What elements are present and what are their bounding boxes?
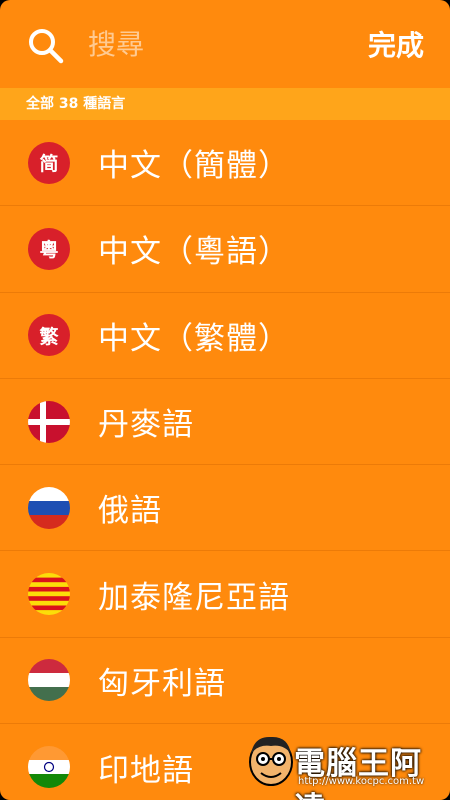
search-header: 完成 (0, 0, 450, 88)
mascot-face-icon (249, 736, 293, 786)
list-item[interactable]: 简 中文（簡體） (0, 120, 450, 207)
language-label: 中文（簡體） (98, 148, 290, 185)
language-label: 中文（粵語） (98, 234, 290, 271)
language-label: 中文（繁體） (98, 320, 290, 357)
language-picker-screen: 完成 全部 38 種語言 简 中文（簡體） 粵 中文（粵語） 繁 中文（繁體） (0, 0, 450, 800)
list-item[interactable]: 匈牙利語 (0, 638, 450, 725)
language-label: 丹麥語 (98, 407, 194, 444)
language-label: 加泰隆尼亞語 (98, 579, 290, 616)
section-header: 全部 38 種語言 (0, 88, 450, 120)
language-label: 匈牙利語 (98, 665, 226, 702)
denmark-flag-icon (28, 400, 70, 443)
watermark: 電腦王阿達 http://www.kocpc.com.tw (246, 732, 446, 800)
traditional-chinese-icon: 繁 (28, 314, 70, 357)
search-input[interactable] (88, 22, 318, 66)
language-list: 简 中文（簡體） 粵 中文（粵語） 繁 中文（繁體） 丹麥語 俄語 加泰隆尼亞語… (0, 120, 450, 800)
list-item[interactable]: 加泰隆尼亞語 (0, 551, 450, 638)
watermark-url: http://www.kocpc.com.tw (298, 776, 425, 787)
watermark-title: 電腦王阿達 (294, 746, 422, 800)
catalonia-flag-icon (28, 573, 70, 616)
search-icon[interactable] (26, 26, 66, 66)
list-item[interactable]: 俄語 (0, 465, 450, 552)
russia-flag-icon (28, 486, 70, 529)
language-label: 印地語 (98, 752, 194, 789)
list-item[interactable]: 繁 中文（繁體） (0, 293, 450, 379)
done-button[interactable]: 完成 (368, 24, 424, 64)
cantonese-icon: 粵 (28, 227, 70, 270)
list-item[interactable]: 粵 中文（粵語） (0, 206, 450, 293)
india-flag-icon (28, 746, 70, 789)
simplified-chinese-icon: 简 (28, 141, 70, 184)
list-item[interactable]: 丹麥語 (0, 379, 450, 466)
language-label: 俄語 (98, 493, 162, 530)
hungary-flag-icon (28, 659, 70, 702)
